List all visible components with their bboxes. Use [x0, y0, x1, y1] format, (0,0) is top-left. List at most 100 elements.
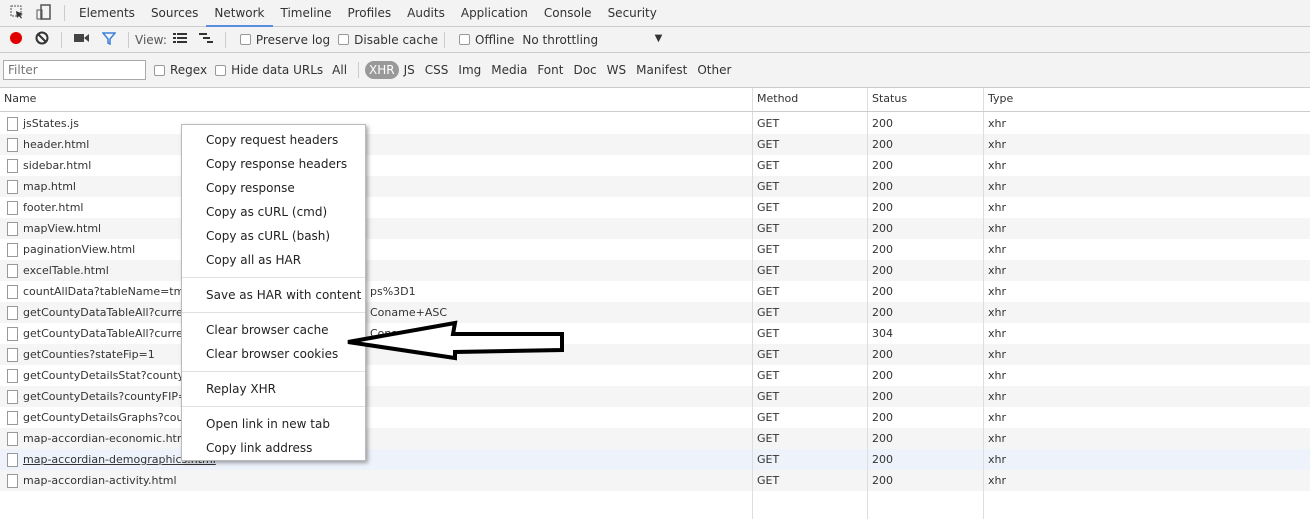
request-name[interactable]: header.html: [23, 134, 89, 155]
request-type: xhr: [988, 348, 1007, 361]
table-row[interactable]: map-accordian-activity.html GET 200 xhr: [0, 470, 1310, 491]
menu-item-copy-response-headers[interactable]: Copy response headers: [182, 152, 365, 176]
menu-item-replay-xhr[interactable]: Replay XHR: [182, 377, 365, 401]
menu-item-copy-link-address[interactable]: Copy link address: [182, 436, 365, 460]
menu-item-clear-browser-cookies[interactable]: Clear browser cookies: [182, 342, 365, 366]
request-name[interactable]: map-accordian-activity.html: [23, 470, 177, 491]
request-name[interactable]: mapView.html: [23, 218, 101, 239]
request-status: 200: [872, 222, 893, 235]
filter-type-xhr[interactable]: XHR: [365, 61, 399, 79]
disable-cache-checkbox[interactable]: [338, 34, 350, 45]
large-rows-icon[interactable]: [172, 32, 187, 47]
filter-type-all[interactable]: All: [327, 63, 352, 77]
record-icon[interactable]: [9, 31, 23, 48]
filter-type-ws[interactable]: WS: [602, 63, 631, 77]
file-icon: [7, 369, 18, 383]
device-mode-icon[interactable]: [36, 3, 52, 23]
menu-item-copy-request-headers[interactable]: Copy request headers: [182, 128, 365, 152]
request-status: 200: [872, 159, 893, 172]
request-method: GET: [757, 159, 780, 172]
column-header-status[interactable]: Status: [868, 88, 907, 111]
tab-console[interactable]: Console: [536, 0, 600, 27]
request-name[interactable]: jsStates.js: [23, 113, 79, 134]
menu-item-copy-response[interactable]: Copy response: [182, 176, 365, 200]
filter-input[interactable]: [3, 60, 146, 80]
request-type: xhr: [988, 369, 1007, 382]
request-method: GET: [757, 327, 780, 340]
request-type: xhr: [988, 411, 1007, 424]
tab-security[interactable]: Security: [600, 0, 665, 27]
inspect-element-icon[interactable]: [10, 5, 24, 22]
file-icon: [7, 138, 18, 152]
request-type: xhr: [988, 327, 1007, 340]
request-name[interactable]: getCountyDetails?countyFIP=01: [23, 386, 201, 407]
column-header-method[interactable]: Method: [753, 88, 798, 111]
hide-data-urls-checkbox[interactable]: [215, 64, 227, 76]
file-icon: [7, 390, 18, 404]
menu-item-open-link-in-new-tab[interactable]: Open link in new tab: [182, 412, 365, 436]
overview-icon[interactable]: [198, 32, 213, 47]
filter-type-media[interactable]: Media: [486, 63, 532, 77]
request-status: 304: [872, 327, 893, 340]
filter-type-font[interactable]: Font: [532, 63, 568, 77]
tab-application[interactable]: Application: [453, 0, 536, 27]
filter-type-doc[interactable]: Doc: [568, 63, 601, 77]
preserve-log-checkbox[interactable]: [239, 34, 251, 45]
request-name[interactable]: map.html: [23, 176, 76, 197]
filter-type-manifest[interactable]: Manifest: [631, 63, 692, 77]
request-method: GET: [757, 306, 780, 319]
request-name[interactable]: getCounties?stateFip=1: [23, 344, 155, 365]
request-name[interactable]: countAllData?tableName=tmkts: [23, 281, 201, 302]
throttling-select[interactable]: No throttling ▼: [522, 33, 662, 47]
filter-icon[interactable]: [101, 31, 117, 48]
file-icon: [7, 306, 18, 320]
offline-checkbox[interactable]: [459, 34, 470, 45]
file-icon: [7, 432, 18, 446]
request-name[interactable]: map-accordian-economic.html: [23, 428, 191, 449]
request-method: GET: [757, 432, 780, 445]
tab-profiles[interactable]: Profiles: [340, 0, 400, 27]
file-icon: [7, 117, 18, 131]
request-name[interactable]: sidebar.html: [23, 155, 91, 176]
file-icon: [7, 159, 18, 173]
menu-item-save-as-har-with-content[interactable]: Save as HAR with content: [182, 283, 365, 307]
tab-audits[interactable]: Audits: [399, 0, 453, 27]
tab-timeline[interactable]: Timeline: [273, 0, 340, 27]
request-type: xhr: [988, 138, 1007, 151]
capture-screenshots-icon[interactable]: [74, 32, 90, 47]
filter-type-other[interactable]: Other: [692, 63, 736, 77]
tab-elements[interactable]: Elements: [71, 0, 143, 27]
menu-item-copy-all-as-har[interactable]: Copy all as HAR: [182, 248, 365, 272]
request-name[interactable]: excelTable.html: [23, 260, 109, 281]
column-header-type[interactable]: Type: [984, 88, 1013, 111]
file-icon: [7, 201, 18, 215]
divider: [358, 62, 360, 78]
regex-checkbox[interactable]: [154, 64, 165, 76]
request-name-suffix: Coname+ASC: [370, 306, 448, 319]
request-status: 200: [872, 117, 893, 130]
disable-cache-label: Disable cache: [354, 32, 438, 47]
clear-icon[interactable]: [35, 31, 49, 48]
filter-type-js[interactable]: JS: [399, 63, 420, 77]
tab-sources[interactable]: Sources: [143, 0, 206, 27]
request-method: GET: [757, 285, 780, 298]
request-method: GET: [757, 453, 780, 466]
column-header-name[interactable]: Name: [0, 88, 36, 111]
request-type: xhr: [988, 243, 1007, 256]
menu-separator: [182, 277, 365, 278]
request-type: xhr: [988, 117, 1007, 130]
request-status: 200: [872, 138, 893, 151]
request-name[interactable]: footer.html: [23, 197, 83, 218]
file-icon: [7, 327, 18, 341]
tab-network[interactable]: Network: [206, 0, 273, 27]
request-type: xhr: [988, 306, 1007, 319]
menu-item-copy-as-curl-cmd-[interactable]: Copy as cURL (cmd): [182, 200, 365, 224]
filter-type-css[interactable]: CSS: [420, 63, 454, 77]
request-name[interactable]: paginationView.html: [23, 239, 135, 260]
filter-type-img[interactable]: Img: [453, 63, 486, 77]
menu-item-clear-browser-cache[interactable]: Clear browser cache: [182, 318, 365, 342]
request-name[interactable]: getCountyDataTableAll?currentP: [23, 323, 201, 344]
menu-item-copy-as-curl-bash-[interactable]: Copy as cURL (bash): [182, 224, 365, 248]
request-name[interactable]: getCountyDataTableAll?currentP: [23, 302, 201, 323]
request-name[interactable]: getCountyDetailsGraphs?county: [23, 407, 201, 428]
